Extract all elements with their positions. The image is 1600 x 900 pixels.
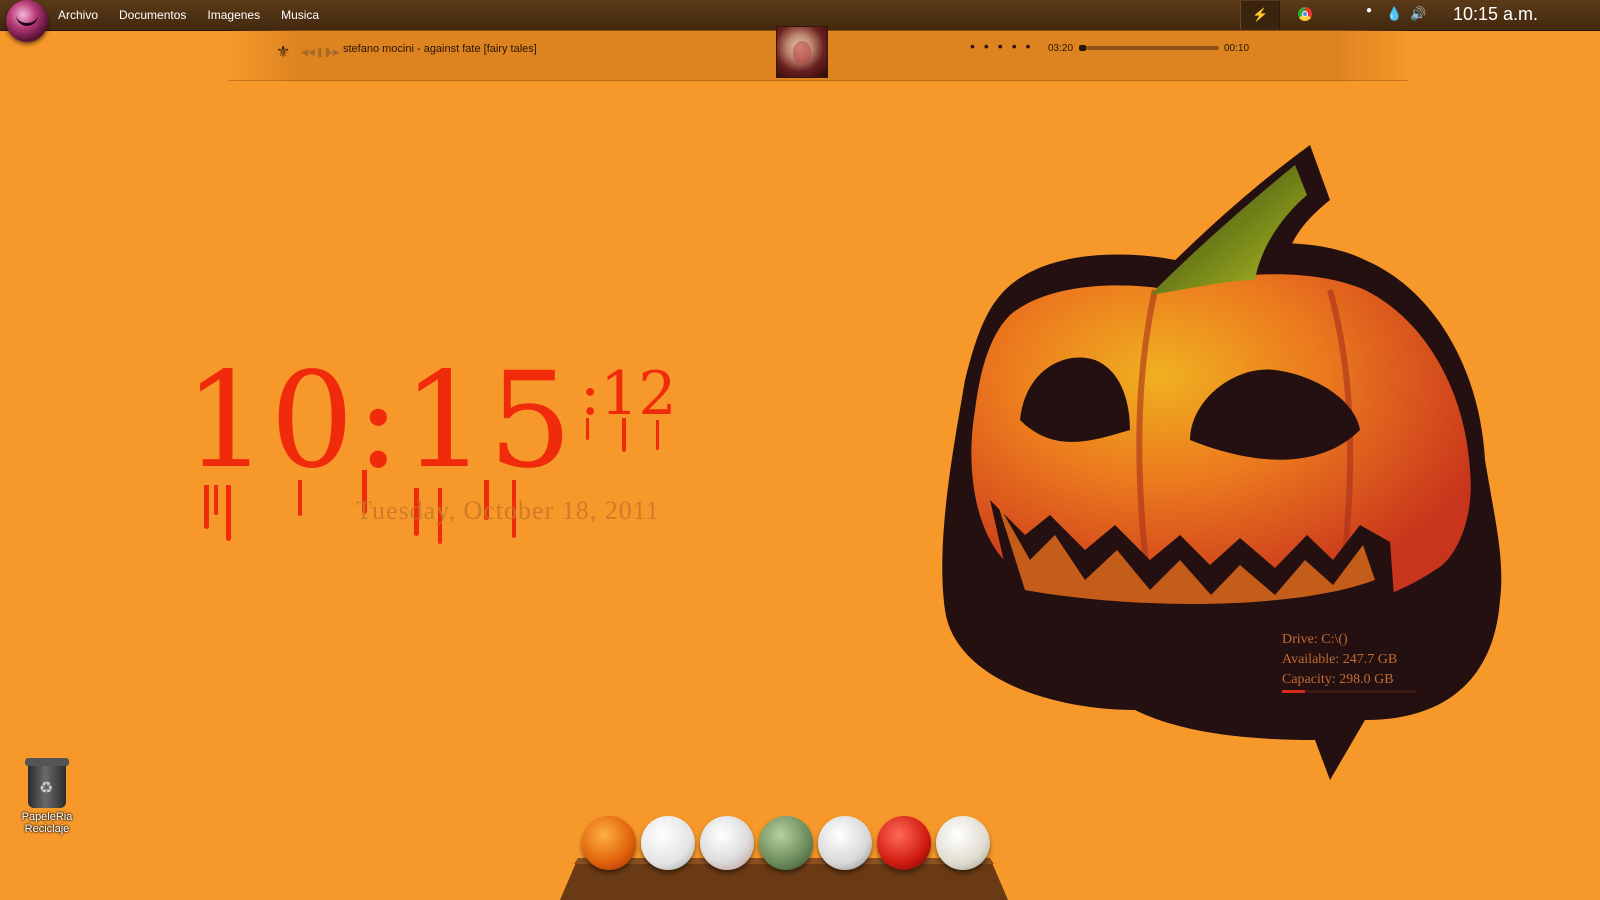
menu-item-imagenes[interactable]: Imagenes xyxy=(207,0,271,30)
menu-item-musica[interactable]: Musica xyxy=(281,0,330,30)
zombie-icon[interactable] xyxy=(759,816,813,870)
clock-seconds: :12 xyxy=(580,359,677,429)
fleur-de-lis-icon: ⚜ xyxy=(276,44,291,61)
progress-fill xyxy=(1079,45,1086,51)
start-orb-icon[interactable] xyxy=(6,0,48,42)
remaining-time: 00:10 xyxy=(1224,43,1250,54)
next-icon[interactable]: ▶▶ xyxy=(326,47,340,58)
clock-date: Tuesday, October 18, 2011 xyxy=(356,496,660,525)
devil-icon[interactable] xyxy=(877,816,931,870)
drive-name: Drive: C:\() xyxy=(1282,632,1348,647)
drive-usage-fill xyxy=(1282,690,1305,693)
tray-clock[interactable]: 10:15 a.m. xyxy=(1453,0,1538,29)
recycle-bin-label: PapeleRia Reciclaje xyxy=(21,811,73,835)
menu: Archivo Documentos Imagenes Musica xyxy=(58,0,340,30)
lightning-icon: ⚡ xyxy=(1252,7,1269,22)
drip xyxy=(214,485,218,515)
drip xyxy=(298,480,302,516)
tray-app-button[interactable]: ⚡ xyxy=(1240,1,1280,29)
pumpkin-icon[interactable] xyxy=(582,816,636,870)
mummy-icon[interactable] xyxy=(936,816,990,870)
drip xyxy=(656,420,659,450)
recycle-bin[interactable]: PapeleRia Reciclaje xyxy=(12,758,82,835)
drop-icon[interactable]: 💧 xyxy=(1386,6,1402,22)
drive-capacity: Capacity: 298.0 GB xyxy=(1282,672,1394,687)
elapsed-time: 03:20 xyxy=(1048,43,1074,54)
drip xyxy=(204,485,209,529)
drive-available: Available: 247.7 GB xyxy=(1282,652,1398,667)
drive-info: Drive: C:\() Available: 247.7 GB Capacit… xyxy=(1278,630,1428,696)
album-art xyxy=(776,26,828,78)
ghost-icon[interactable] xyxy=(641,816,695,870)
chrome-icon[interactable] xyxy=(1298,7,1312,21)
drip xyxy=(586,418,589,440)
recycle-bin-icon xyxy=(25,758,69,808)
drip xyxy=(622,418,626,452)
previous-icon[interactable]: ◀◀ xyxy=(301,47,315,58)
volume-icon[interactable]: 🔊 xyxy=(1410,6,1426,22)
network-dot-icon[interactable]: ● xyxy=(1361,3,1377,19)
music-player: ⚜ ◀◀ ❚❚ ▶▶ stefano mocini - against fate… xyxy=(228,26,1408,81)
hockey-mask-icon[interactable] xyxy=(700,816,754,870)
rating-dots[interactable]: ••••• xyxy=(970,38,1040,54)
progress-bar[interactable] xyxy=(1079,45,1219,51)
drip xyxy=(226,485,231,541)
menu-item-archivo[interactable]: Archivo xyxy=(58,0,109,30)
skull-icon[interactable] xyxy=(818,816,872,870)
track-title: stefano mocini - against fate [fairy tal… xyxy=(343,43,537,55)
drive-usage-bar xyxy=(1282,690,1416,693)
clock-time: 10:15 xyxy=(184,344,575,498)
menu-item-documentos[interactable]: Documentos xyxy=(119,0,197,30)
